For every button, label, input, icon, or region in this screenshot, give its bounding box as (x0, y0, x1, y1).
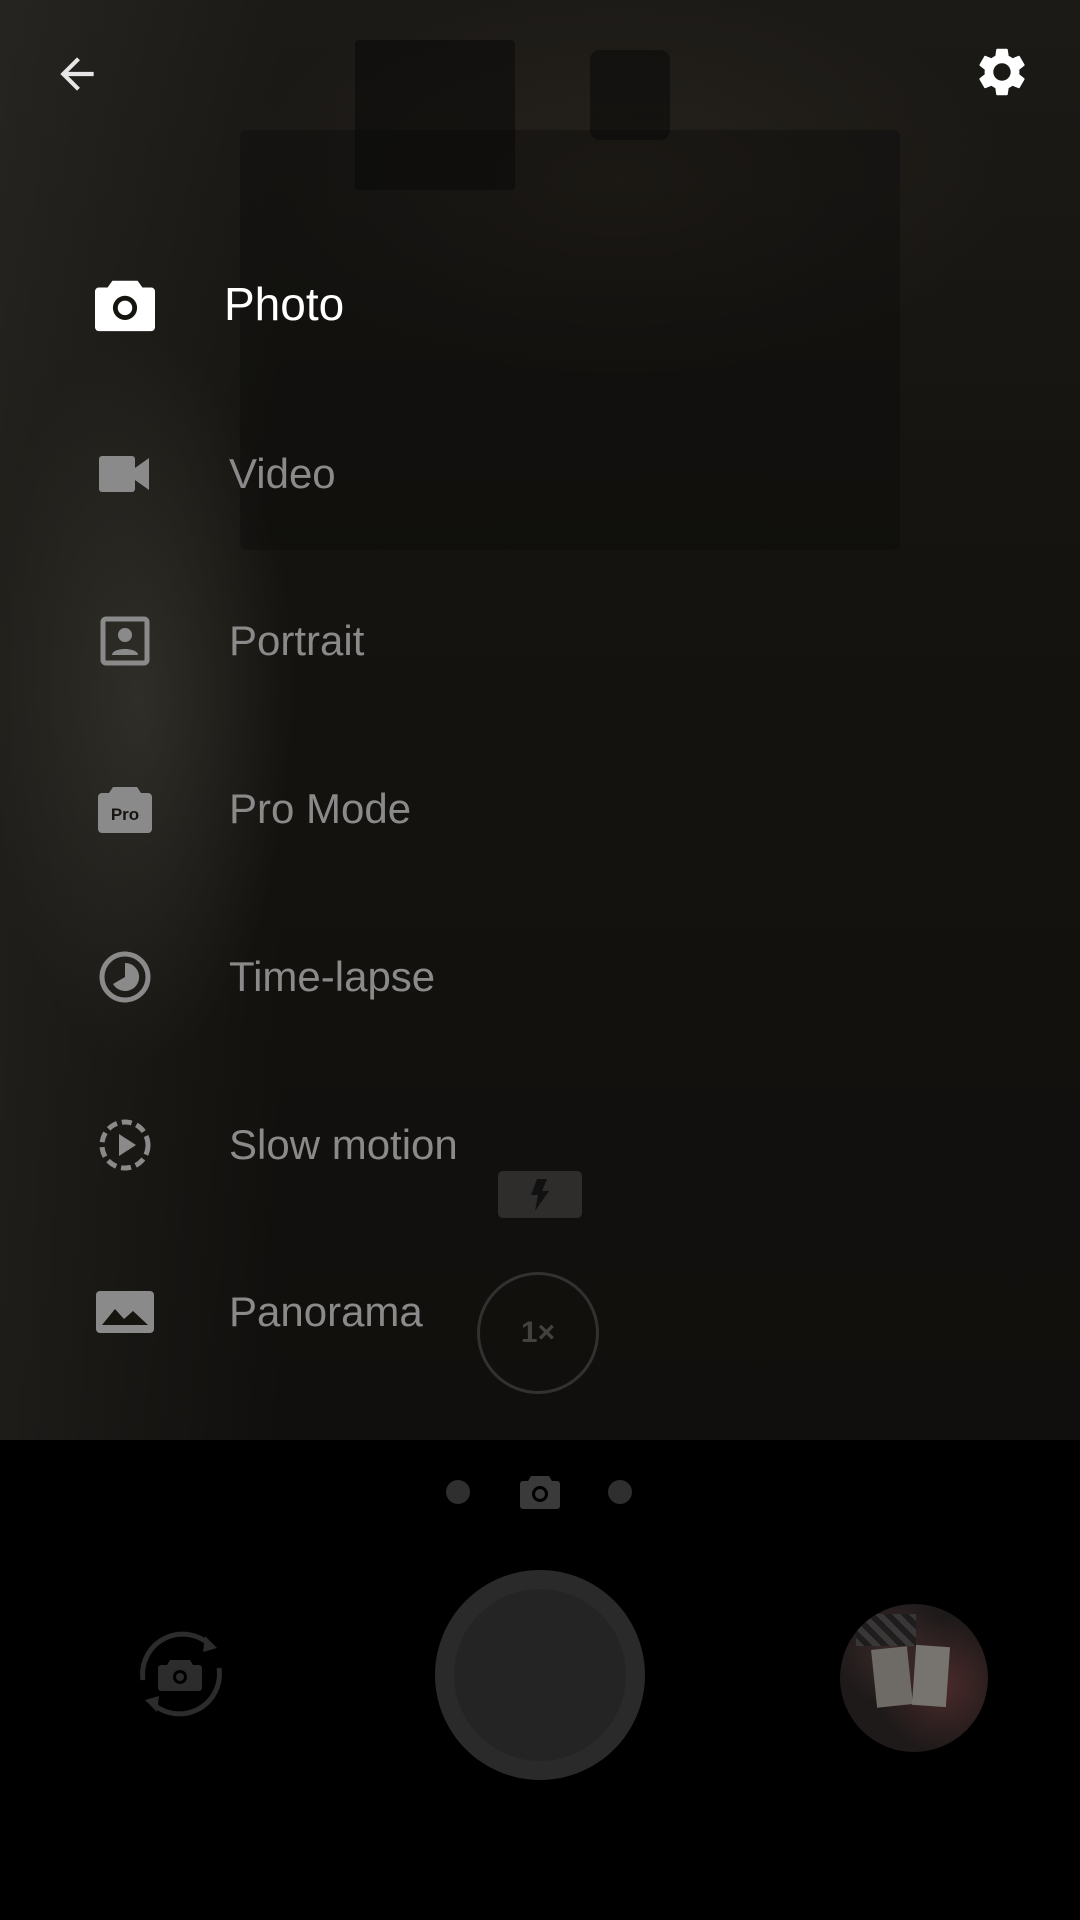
mode-item-portrait[interactable]: Portrait (0, 581, 720, 701)
flash-toggle[interactable] (498, 1171, 582, 1218)
thumbnail-paper-left (871, 1646, 913, 1708)
shutter-button-inner (454, 1589, 626, 1761)
zoom-label: 1× (520, 1316, 556, 1349)
viewfinder-scene-object (590, 50, 670, 140)
gear-icon (979, 48, 1025, 96)
panorama-icon (95, 1282, 155, 1342)
videocam-icon (95, 444, 155, 504)
mode-item-pro-mode[interactable]: Pro Pro Mode (0, 749, 720, 869)
flash-icon (531, 1178, 549, 1211)
zoom-button[interactable]: 1× (477, 1272, 599, 1394)
switch-camera-icon (140, 1631, 222, 1717)
mode-indicator-camera-icon (516, 1470, 564, 1514)
portrait-icon (95, 611, 155, 671)
slow-motion-icon (95, 1115, 155, 1175)
camera-icon (95, 274, 155, 334)
mode-label-pro-mode: Pro Mode (229, 785, 412, 832)
mode-item-panorama[interactable]: Panorama (0, 1252, 720, 1372)
mode-label-time-lapse: Time-lapse (229, 953, 436, 1000)
thumbnail-paper-right (911, 1644, 951, 1708)
viewfinder[interactable] (0, 0, 1080, 1440)
mode-label-slow-motion: Slow motion (229, 1121, 458, 1168)
mode-indicator-dot-right (608, 1480, 632, 1504)
arrow-back-icon (60, 57, 94, 91)
mode-item-photo[interactable]: Photo (0, 244, 720, 364)
settings-button[interactable] (962, 32, 1042, 112)
viewfinder-scene-frame (355, 40, 515, 190)
mode-label-portrait: Portrait (229, 617, 365, 664)
mode-item-time-lapse[interactable]: Time-lapse (0, 917, 720, 1037)
shutter-button[interactable] (435, 1570, 645, 1780)
gallery-thumbnail[interactable] (840, 1604, 988, 1752)
mode-label-photo: Photo (224, 278, 345, 330)
switch-camera-button[interactable] (125, 1618, 237, 1730)
timelapse-icon (95, 947, 155, 1007)
mode-label-panorama: Panorama (229, 1288, 423, 1335)
pro-badge-text: Pro (111, 805, 139, 824)
mode-item-slow-motion[interactable]: Slow motion (0, 1085, 720, 1205)
pro-camera-icon: Pro (95, 779, 155, 839)
camera-screen: Photo Video Portrait Pro Pro Mode Time-l… (0, 0, 1080, 1920)
back-button[interactable] (37, 34, 117, 114)
thumbnail-pattern (856, 1614, 916, 1646)
mode-label-video: Video (229, 450, 336, 497)
mode-indicator-dot-left (446, 1480, 470, 1504)
mode-item-video[interactable]: Video (0, 414, 720, 534)
viewfinder-scene-left (0, 0, 280, 1440)
